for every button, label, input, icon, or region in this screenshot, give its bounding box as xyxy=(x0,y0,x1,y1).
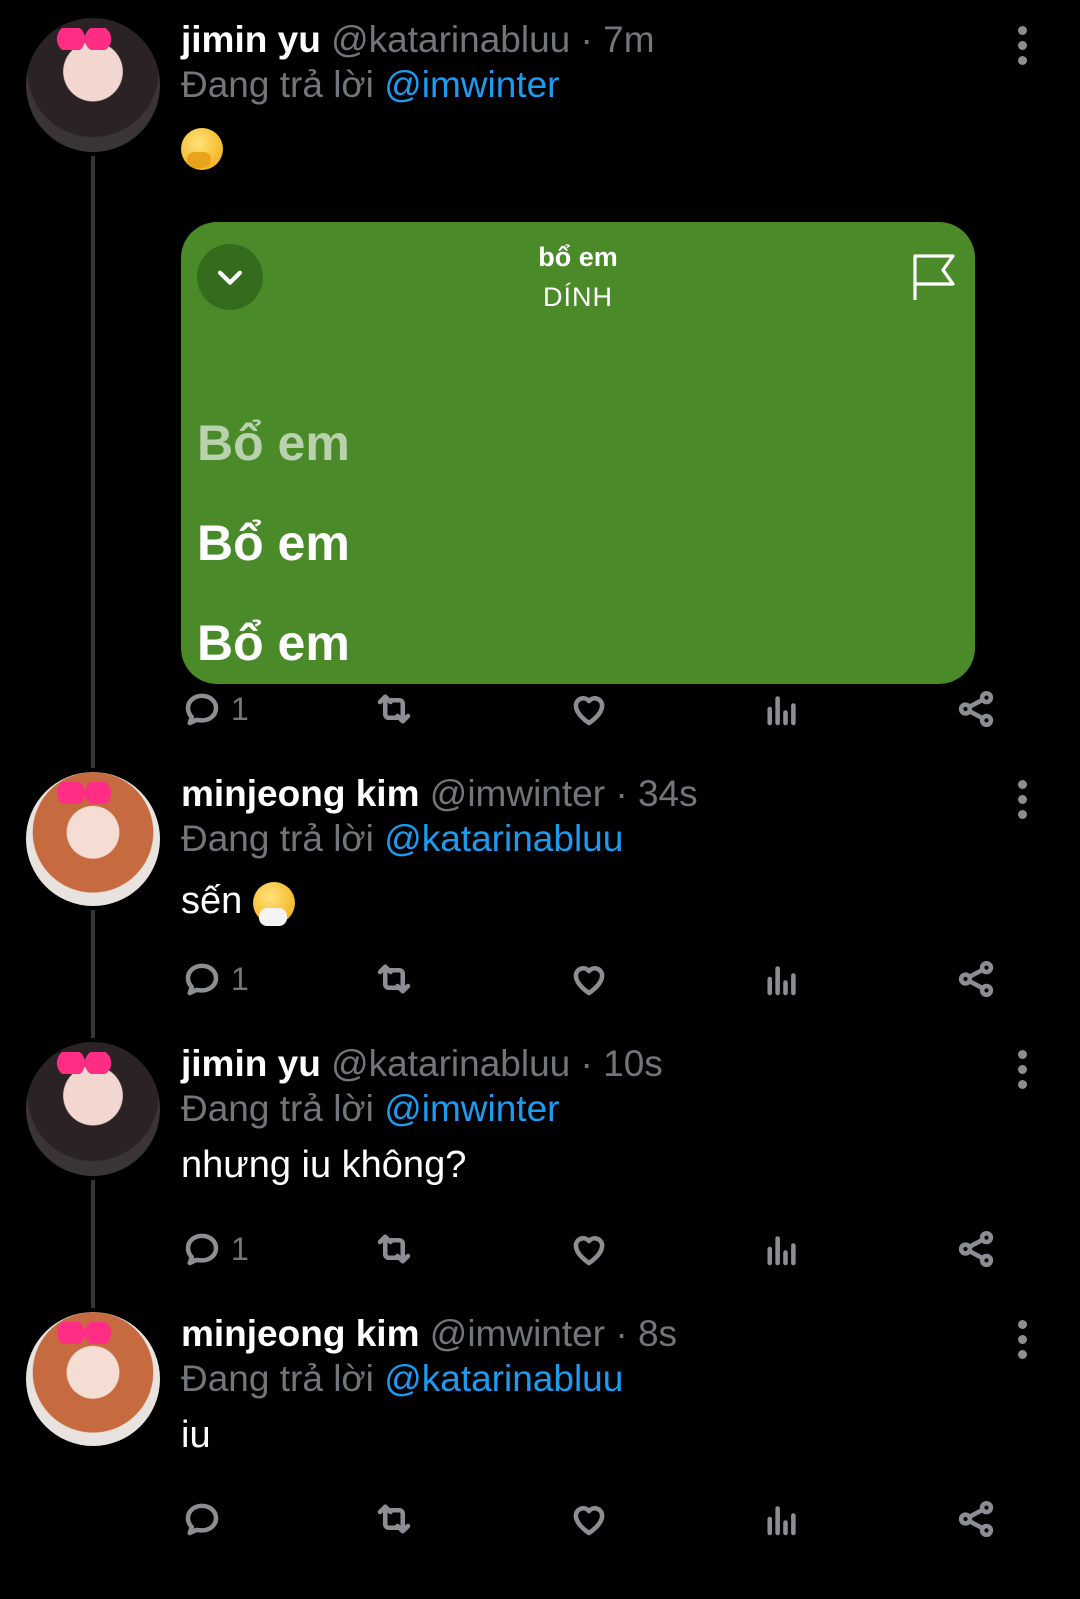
replying-to: Đang trả lời @imwinter xyxy=(181,64,560,105)
like-icon xyxy=(573,696,605,726)
tweet-header: minjeong kim @imwinter · 34s xyxy=(181,773,698,814)
reply-count: 1 xyxy=(231,960,249,997)
avatar[interactable] xyxy=(26,772,160,906)
reply-button[interactable]: 1 xyxy=(181,954,249,1004)
handle[interactable]: @imwinter xyxy=(430,773,605,814)
retweet-icon xyxy=(377,1504,411,1534)
avatar[interactable] xyxy=(26,1042,160,1176)
retweet-icon xyxy=(377,694,411,724)
action-bar xyxy=(181,1494,1001,1544)
mention-link[interactable]: @imwinter xyxy=(384,64,559,105)
retweet-button[interactable] xyxy=(373,684,415,734)
avatar[interactable] xyxy=(26,1312,160,1446)
mention-link[interactable]: @imwinter xyxy=(384,1088,559,1129)
share-button[interactable] xyxy=(955,684,997,734)
display-name[interactable]: jimin yu xyxy=(181,1043,321,1084)
tweet[interactable]: minjeong kim @imwinter · 34s Đang trả lờ… xyxy=(0,772,1080,1022)
tweet[interactable]: jimin yu @katarinabluu · 10s Đang trả lờ… xyxy=(0,1042,1080,1292)
replying-to: Đang trả lời @katarinabluu xyxy=(181,1358,624,1399)
lyric-line: Bổ em xyxy=(197,515,350,571)
share-icon xyxy=(958,690,994,728)
tweet[interactable]: minjeong kim @imwinter · 8s Đang trả lời… xyxy=(0,1312,1080,1562)
share-icon xyxy=(958,1500,994,1538)
retweet-icon xyxy=(377,1234,411,1264)
share-icon xyxy=(958,960,994,998)
views-button[interactable] xyxy=(761,1224,803,1274)
reply-icon xyxy=(185,963,219,996)
tweet-text xyxy=(181,122,1041,172)
views-button[interactable] xyxy=(761,684,803,734)
like-icon xyxy=(573,1236,605,1266)
like-icon xyxy=(573,966,605,996)
sneezing-face-icon xyxy=(252,881,295,926)
report-button[interactable] xyxy=(911,252,957,302)
tweet-text: iu xyxy=(181,1414,211,1456)
song-title: bổ em xyxy=(538,242,618,272)
action-bar: 1 xyxy=(181,1224,1001,1274)
views-button[interactable] xyxy=(761,954,803,1004)
mention-link[interactable]: @katarinabluu xyxy=(384,818,623,859)
like-button[interactable] xyxy=(568,1224,610,1274)
retweet-icon xyxy=(377,964,411,994)
share-icon xyxy=(958,1230,994,1268)
reply-thread: jimin yu @katarinabluu · 7m Đang trả lời… xyxy=(0,0,1080,1599)
retweet-button[interactable] xyxy=(373,1224,415,1274)
reply-button[interactable] xyxy=(181,1494,231,1544)
action-bar: 1 xyxy=(181,684,1001,734)
views-icon xyxy=(767,696,796,726)
views-button[interactable] xyxy=(761,1494,803,1544)
reply-button[interactable]: 1 xyxy=(181,1224,249,1274)
like-button[interactable] xyxy=(568,954,610,1004)
reply-button[interactable]: 1 xyxy=(181,684,249,734)
display-name[interactable]: minjeong kim xyxy=(181,1313,419,1354)
replying-to: Đang trả lời @katarinabluu xyxy=(181,818,624,859)
more-icon[interactable] xyxy=(1018,1320,1028,1360)
reply-icon xyxy=(185,693,219,726)
mention-link[interactable]: @katarinabluu xyxy=(384,1358,623,1399)
like-button[interactable] xyxy=(568,684,610,734)
reply-icon xyxy=(185,1503,219,1536)
tweet-header: minjeong kim @imwinter · 8s xyxy=(181,1313,678,1354)
display-name[interactable]: minjeong kim xyxy=(181,773,419,814)
avatar[interactable] xyxy=(26,18,160,152)
like-icon xyxy=(573,1506,605,1536)
share-button[interactable] xyxy=(955,1494,997,1544)
views-icon xyxy=(767,1506,796,1536)
handle[interactable]: @katarinabluu xyxy=(331,19,570,60)
tweet-header: jimin yu @katarinabluu · 10s xyxy=(181,1043,663,1084)
like-button[interactable] xyxy=(568,1494,610,1544)
artist-name: DÍNH xyxy=(543,282,613,312)
replying-to: Đang trả lời @imwinter xyxy=(181,1088,560,1129)
handle[interactable]: @katarinabluu xyxy=(331,1043,570,1084)
share-button[interactable] xyxy=(955,954,997,1004)
share-button[interactable] xyxy=(955,1224,997,1274)
display-name[interactable]: jimin yu xyxy=(181,19,321,60)
more-icon[interactable] xyxy=(1018,780,1028,820)
timestamp[interactable]: 10s xyxy=(603,1043,663,1084)
more-icon[interactable] xyxy=(1018,26,1028,66)
action-bar: 1 xyxy=(181,954,1001,1004)
retweet-button[interactable] xyxy=(373,1494,415,1544)
more-icon[interactable] xyxy=(1018,1050,1028,1090)
reply-count: 1 xyxy=(231,1230,249,1267)
timestamp[interactable]: 7m xyxy=(603,19,654,60)
handle[interactable]: @imwinter xyxy=(430,1313,605,1354)
views-icon xyxy=(767,1236,796,1266)
spotify-lyrics-card[interactable]: bổ em DÍNH Bổ em Bổ em Bổ em xyxy=(181,222,975,684)
lyric-line: Bổ em xyxy=(197,615,350,671)
timestamp[interactable]: 34s xyxy=(638,773,698,814)
flag-icon xyxy=(913,254,955,300)
face-with-hand-over-mouth-icon xyxy=(181,127,223,170)
tweet-header: jimin yu @katarinabluu · 7m xyxy=(181,19,655,60)
reply-icon xyxy=(185,1233,219,1266)
retweet-button[interactable] xyxy=(373,954,415,1004)
tweet-text: nhưng iu không? xyxy=(181,1144,467,1186)
lyric-line: Bổ em xyxy=(197,415,350,471)
reply-count: 1 xyxy=(231,690,249,727)
views-icon xyxy=(767,966,796,996)
tweet-text: sến xyxy=(181,876,1041,926)
tweet[interactable]: jimin yu @katarinabluu · 7m Đang trả lời… xyxy=(0,18,1080,758)
timestamp[interactable]: 8s xyxy=(638,1313,677,1354)
